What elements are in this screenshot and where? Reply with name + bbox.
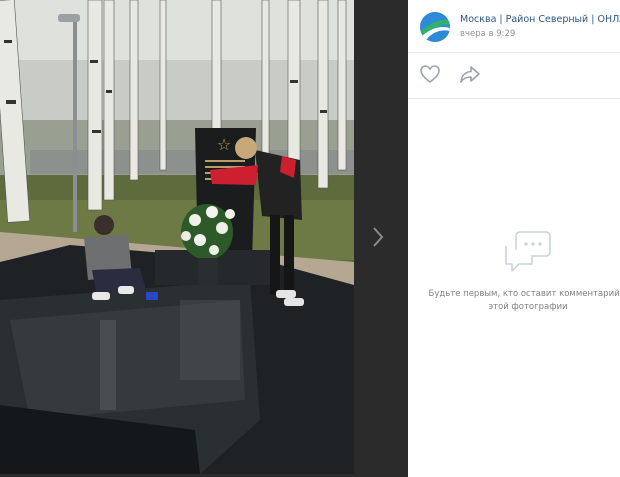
share-button[interactable] [458, 63, 482, 85]
heart-icon [420, 65, 440, 84]
group-logo-icon [420, 12, 450, 42]
photo-viewer: ☆ [0, 0, 408, 477]
post-actions [408, 52, 620, 99]
share-arrow-icon [460, 66, 480, 83]
chevron-right-icon [373, 227, 384, 247]
post-photo[interactable]: ☆ [0, 0, 354, 474]
empty-comments-text: Будьте первым, кто оставит комментарий к… [428, 289, 620, 312]
like-button[interactable] [418, 63, 442, 85]
author-link[interactable]: Москва | Район Северный | ОНЛАЙН [460, 14, 620, 25]
avatar[interactable] [420, 12, 450, 42]
post-time: вчера в 9:29 [460, 29, 516, 39]
next-photo-button[interactable] [365, 222, 391, 252]
side-panel: Москва | Район Северный | ОНЛАЙН вчера в… [408, 0, 620, 477]
memorial-photo-image: ☆ [0, 0, 354, 474]
comment-bubbles-icon [502, 226, 554, 274]
svg-text:☆: ☆ [217, 135, 231, 154]
post-header: Москва | Район Северный | ОНЛАЙН вчера в… [408, 0, 620, 53]
